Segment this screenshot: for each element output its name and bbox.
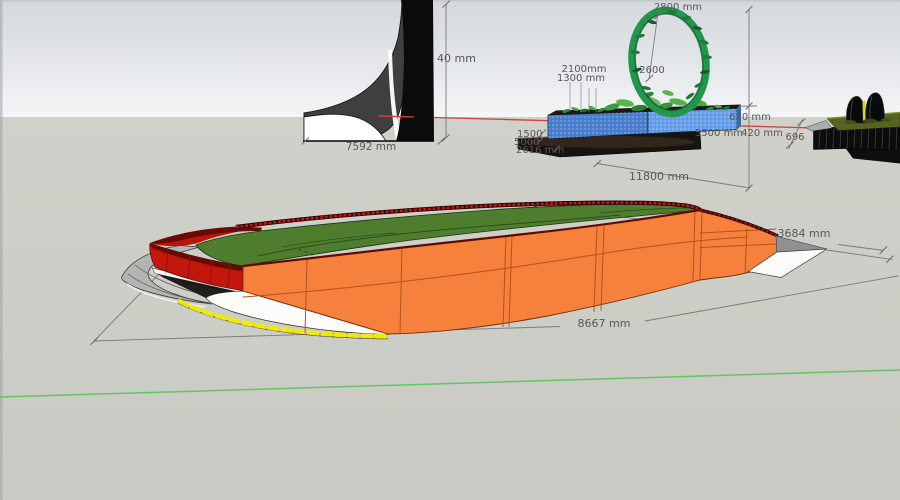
dim-rockbed[interactable]: 696 bbox=[785, 132, 804, 143]
grass-dot bbox=[311, 254, 313, 256]
dim-planter-height[interactable]: 620 mm bbox=[729, 112, 771, 123]
dim-tower-length[interactable]: 7592 mm bbox=[346, 141, 397, 153]
rockbed-grass-tuft bbox=[844, 120, 856, 124]
viewport-left-edge bbox=[0, 0, 3, 500]
dim-tower-height[interactable]: 40 mm bbox=[437, 52, 476, 65]
scene-canvas[interactable]: 40 mm 7592 mm 2800 mm 2600 2100mm 1300 m… bbox=[0, 0, 900, 500]
dim-planter-side[interactable]: 420 mm bbox=[741, 128, 783, 139]
dim-planter-b[interactable]: 1300 mm bbox=[557, 73, 605, 84]
rockbed-grass-tuft bbox=[863, 119, 877, 123]
3d-viewport[interactable]: 40 mm 7592 mm 2800 mm 2600 2100mm 1300 m… bbox=[0, 0, 900, 500]
dim-platform-depth[interactable]: 3684 mm bbox=[778, 227, 831, 240]
dim-planter-e[interactable]: 2616 mm bbox=[516, 145, 564, 156]
dim-sculpture-loop[interactable]: 2600 bbox=[639, 65, 664, 76]
dim-platform-length[interactable]: 8667 mm bbox=[578, 317, 631, 330]
dim-planter-total[interactable]: 11800 mm bbox=[629, 170, 689, 183]
grass-dot bbox=[305, 251, 307, 253]
rockbed-grass-tuft bbox=[881, 118, 891, 122]
grass-dot bbox=[299, 249, 301, 251]
dim-planter-length[interactable]: 5500 mm bbox=[695, 128, 743, 139]
dim-sculpture-height[interactable]: 2800 mm bbox=[654, 2, 702, 13]
